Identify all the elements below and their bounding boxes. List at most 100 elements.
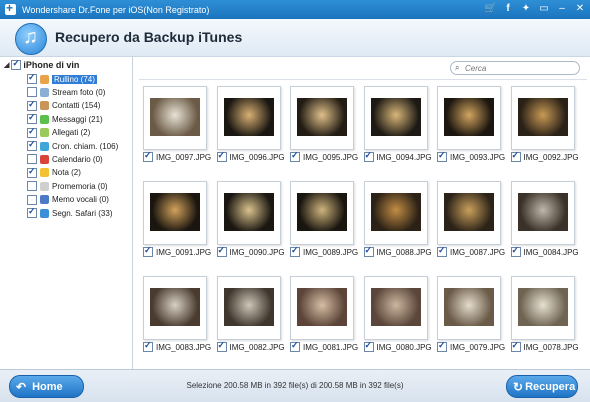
photo-item[interactable]: IMG_0088.JPG [363,175,432,261]
photo-thumbnail[interactable] [143,276,207,340]
search-input[interactable] [465,63,565,73]
item-checkbox[interactable] [27,194,37,205]
photo-thumbnail[interactable] [510,276,575,340]
close-icon[interactable]: ✕ [574,2,586,15]
photo-checkbox[interactable] [290,340,300,352]
item-checkbox[interactable] [27,87,37,98]
twitter-icon[interactable]: ✦ [520,2,532,15]
photo-caption: IMG_0096.JPG [216,150,285,162]
photo-thumbnail[interactable] [510,181,575,245]
photo-item[interactable]: IMG_0081.JPG [290,270,358,356]
sidebar-item[interactable]: Segn. Safari (33) [27,206,112,219]
photo-item[interactable]: IMG_0093.JPG [437,80,505,166]
photo-item[interactable]: IMG_0083.JPG [143,270,211,356]
photo-thumbnail[interactable] [290,276,354,340]
photo-checkbox[interactable] [363,245,374,257]
photo-stream-icon [40,87,49,97]
photo-item[interactable]: IMG_0078.JPG [510,270,579,356]
photo-checkbox[interactable] [290,245,300,257]
sidebar-item-label: Contatti (154) [52,101,101,111]
photo-checkbox[interactable] [216,340,227,352]
device-node[interactable]: ◢ iPhone di vin [4,58,79,70]
device-checkbox[interactable] [11,58,22,70]
notes-icon [40,168,49,178]
photo-thumbnail[interactable] [437,181,501,245]
photo-item[interactable]: IMG_0094.JPG [363,80,432,166]
item-checkbox[interactable] [27,139,37,151]
photo-image [370,193,421,231]
photo-checkbox[interactable] [363,340,374,352]
sidebar-item[interactable]: Rullino (74) [27,72,97,85]
sidebar-item[interactable]: Messaggi (21) [27,112,103,125]
photo-thumbnail[interactable] [363,86,428,150]
minimize-icon[interactable]: – [556,2,568,15]
sidebar-item[interactable]: Promemoria (0) [27,180,108,192]
item-checkbox[interactable] [27,112,37,125]
photo-checkbox[interactable] [363,150,374,162]
photo-checkbox[interactable] [510,245,521,257]
photo-checkbox[interactable] [510,150,521,162]
item-checkbox[interactable] [27,154,37,165]
cart-icon[interactable]: 🛒 [484,2,496,15]
photo-filename: IMG_0094.JPG [376,152,432,162]
photo-item[interactable]: IMG_0080.JPG [363,270,432,356]
photo-thumbnail[interactable] [437,86,501,150]
photo-checkbox[interactable] [290,150,300,162]
item-checkbox[interactable] [27,206,37,218]
photo-checkbox[interactable] [510,340,521,352]
item-checkbox[interactable] [27,72,37,84]
photo-item[interactable]: IMG_0091.JPG [143,175,211,261]
safari-bookmark-icon [40,208,49,218]
item-checkbox[interactable] [27,126,37,138]
sidebar-item[interactable]: Allegati (2) [27,126,90,139]
item-checkbox[interactable] [27,99,37,111]
sidebar-item[interactable]: Memo vocali (0) [27,194,109,206]
photo-caption: IMG_0087.JPG [437,245,505,257]
item-checkbox[interactable] [27,166,37,178]
facebook-icon[interactable]: f [502,2,514,15]
photo-filename: IMG_0078.JPG [523,342,579,352]
photo-item[interactable]: IMG_0084.JPG [510,175,579,261]
photo-thumbnail[interactable] [216,86,281,150]
photo-checkbox[interactable] [216,150,227,162]
photo-image [517,288,568,326]
item-checkbox[interactable] [27,181,37,192]
photo-thumbnail[interactable] [290,86,354,150]
photo-thumbnail[interactable] [363,276,428,340]
photo-item[interactable]: IMG_0079.JPG [437,270,505,356]
sidebar-item[interactable]: Calendario (0) [27,153,103,165]
photo-thumbnail[interactable] [143,86,207,150]
photo-item[interactable]: IMG_0087.JPG [437,175,505,261]
photo-thumbnail[interactable] [143,181,207,245]
sidebar-item[interactable]: Cron. chiam. (106) [27,139,118,152]
collapse-arrow-icon[interactable]: ◢ [4,61,9,69]
photo-item[interactable]: IMG_0090.JPG [216,175,285,261]
photo-item[interactable]: IMG_0082.JPG [216,270,285,356]
photo-item[interactable]: IMG_0096.JPG [216,80,285,166]
photo-item[interactable]: IMG_0095.JPG [290,80,358,166]
photo-checkbox[interactable] [437,340,447,352]
sidebar-item-label: Stream foto (0) [52,87,106,97]
photo-thumbnail[interactable] [437,276,501,340]
chat-icon[interactable]: ▭ [538,2,550,15]
sidebar-item[interactable]: Stream foto (0) [27,86,105,98]
photo-checkbox[interactable] [143,150,153,162]
photo-checkbox[interactable] [216,245,227,257]
photo-thumbnail[interactable] [363,181,428,245]
photo-thumbnail[interactable] [216,181,281,245]
sidebar-item[interactable]: Contatti (154) [27,99,101,112]
photo-thumbnail[interactable] [510,86,575,150]
photo-thumbnail[interactable] [290,181,354,245]
photo-checkbox[interactable] [437,150,447,162]
photo-item[interactable]: IMG_0092.JPG [510,80,579,166]
sidebar-item[interactable]: Nota (2) [27,166,81,179]
photo-caption: IMG_0095.JPG [290,150,358,162]
photo-thumbnail[interactable] [216,276,281,340]
photo-checkbox[interactable] [437,245,447,257]
photo-checkbox[interactable] [143,245,153,257]
photo-item[interactable]: IMG_0089.JPG [290,175,358,261]
photo-item[interactable]: IMG_0097.JPG [143,80,211,166]
recover-button[interactable]: ↻ Recupera [506,375,578,398]
photo-checkbox[interactable] [143,340,153,352]
search-box[interactable]: ⌕ [450,61,580,75]
